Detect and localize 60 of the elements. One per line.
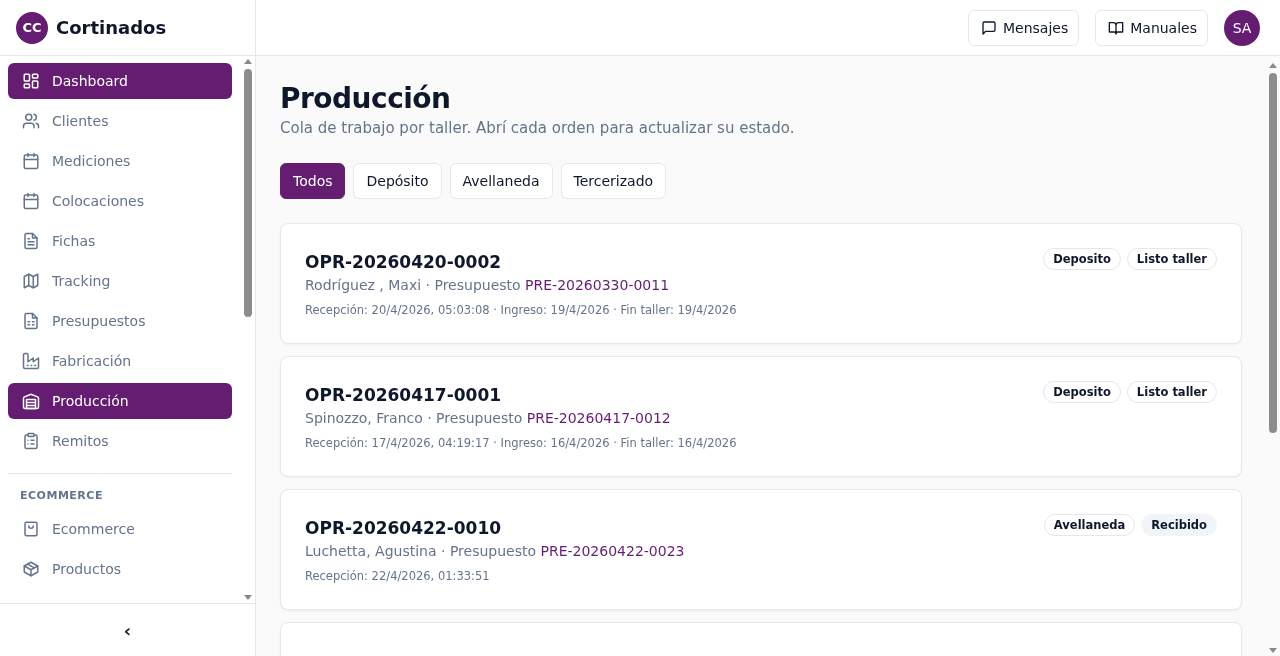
sidebar-item[interactable]: Mediciones — [8, 143, 232, 179]
calendar-icon — [22, 192, 40, 210]
quote-link[interactable]: PRE-20260330-0011 — [525, 277, 670, 293]
sidebar-item[interactable]: Fabricación — [8, 343, 232, 379]
sidebar-item[interactable]: Producción — [8, 383, 232, 419]
section-heading: ECOMMERCE — [19, 489, 104, 502]
quote-link[interactable]: PRE-20260417-0012 — [526, 410, 671, 426]
calendar-icon — [22, 152, 40, 170]
order-dates: Recepción: 22/4/2026, 01:33:51 — [305, 569, 491, 583]
user-avatar[interactable]: SA — [1224, 9, 1260, 46]
order-dates: Recepción: 20/4/2026, 05:03:08 · Ingreso: 19/4/2026 · Fin taller: 19/4/2026 — [305, 303, 737, 317]
box-icon — [22, 560, 40, 578]
order-code: OPR-20260417-0001 — [305, 385, 503, 405]
book-icon — [1108, 19, 1125, 36]
order-code: OPR-20260422-0010 — [305, 518, 503, 538]
status-badge: Recibido — [1141, 514, 1217, 536]
clipboard-icon — [22, 432, 40, 450]
warehouse-icon — [22, 392, 40, 410]
spreadsheet-icon — [22, 312, 40, 330]
document-icon — [22, 232, 40, 250]
filter-tab[interactable]: Tercerizado — [560, 163, 667, 199]
status-badge: Listo taller — [1126, 248, 1217, 270]
status-badge: Listo taller — [1126, 381, 1217, 403]
sidebar-item[interactable]: Remitos — [8, 423, 232, 459]
quote-link[interactable]: PRE-20260422-0023 — [540, 543, 685, 559]
sidebar-item[interactable]: Fichas — [8, 223, 232, 259]
users-icon — [22, 112, 40, 130]
factory-icon — [22, 352, 40, 370]
dashboard-icon — [22, 72, 40, 90]
sidebar-item[interactable]: Colocaciones — [8, 183, 232, 219]
sidebar-item[interactable]: Ecommerce — [8, 511, 232, 547]
order-card[interactable]: OPR-20260422-0010 Luchetta, Agustina · Presupuesto PRE-20260422-0023 Recepción: 22/4/2026, 01:33:51 Avellaneda Recibido — [280, 489, 1242, 610]
status-badge: Deposito — [1043, 381, 1121, 403]
filter-tab[interactable]: Todos — [280, 163, 346, 199]
sidebar-item[interactable]: Presupuestos — [8, 303, 232, 339]
sidebar-item[interactable]: Tracking — [8, 263, 232, 299]
sidebar-item[interactable]: Dashboard — [8, 63, 232, 99]
map-icon — [22, 272, 40, 290]
status-badge: Deposito — [1043, 248, 1121, 270]
order-client: Spinozzo, Franco · Presupuesto PRE-20260417-0012 — [305, 410, 672, 426]
order-card[interactable]: OPR-20260420-0002 Rodríguez , Maxi · Presupuesto PRE-20260330-0011 Recepción: 20/4/2026, 05:03:08 · Ingreso: 19/4/2026 · Fin taller: 19/4/2026 Deposito Listo taller — [280, 223, 1242, 344]
brand-name: Cortinados — [56, 17, 167, 38]
order-client: Luchetta, Agustina · Presupuesto PRE-20260422-0023 — [305, 543, 685, 559]
status-badge: Avellaneda — [1043, 514, 1136, 536]
message-icon — [980, 19, 997, 36]
filter-tab[interactable]: Depósito — [353, 163, 442, 199]
page-title: Producción — [280, 82, 452, 115]
messages-button[interactable]: Mensajes — [967, 9, 1080, 46]
brand-logo: CC — [16, 11, 48, 44]
sidebar-item[interactable]: Productos — [8, 551, 232, 587]
sidebar-item[interactable]: Clientes — [8, 103, 232, 139]
page-subtitle: Cola de trabajo por taller. Abrí cada orden para actualizar su estado. — [280, 119, 796, 137]
order-dates: Recepción: 17/4/2026, 04:19:17 · Ingreso: 16/4/2026 · Fin taller: 16/4/2026 — [305, 436, 737, 450]
order-card[interactable]: OPR-20260417-0001 Spinozzo, Franco · Presupuesto PRE-20260417-0012 Recepción: 17/4/2026, 04:19:17 · Ingreso: 16/4/2026 · Fin taller: 16/4/2026 Deposito Listo taller — [280, 356, 1242, 477]
order-client: Rodríguez , Maxi · Presupuesto PRE-20260330-0011 — [305, 277, 671, 293]
order-code: OPR-20260420-0002 — [305, 252, 503, 272]
collapse-button[interactable]: ‹ — [119, 619, 136, 641]
manuals-button[interactable]: Manuales — [1095, 9, 1208, 46]
shopping-bag-icon — [22, 520, 40, 538]
filter-tab[interactable]: Avellaneda — [449, 163, 553, 199]
